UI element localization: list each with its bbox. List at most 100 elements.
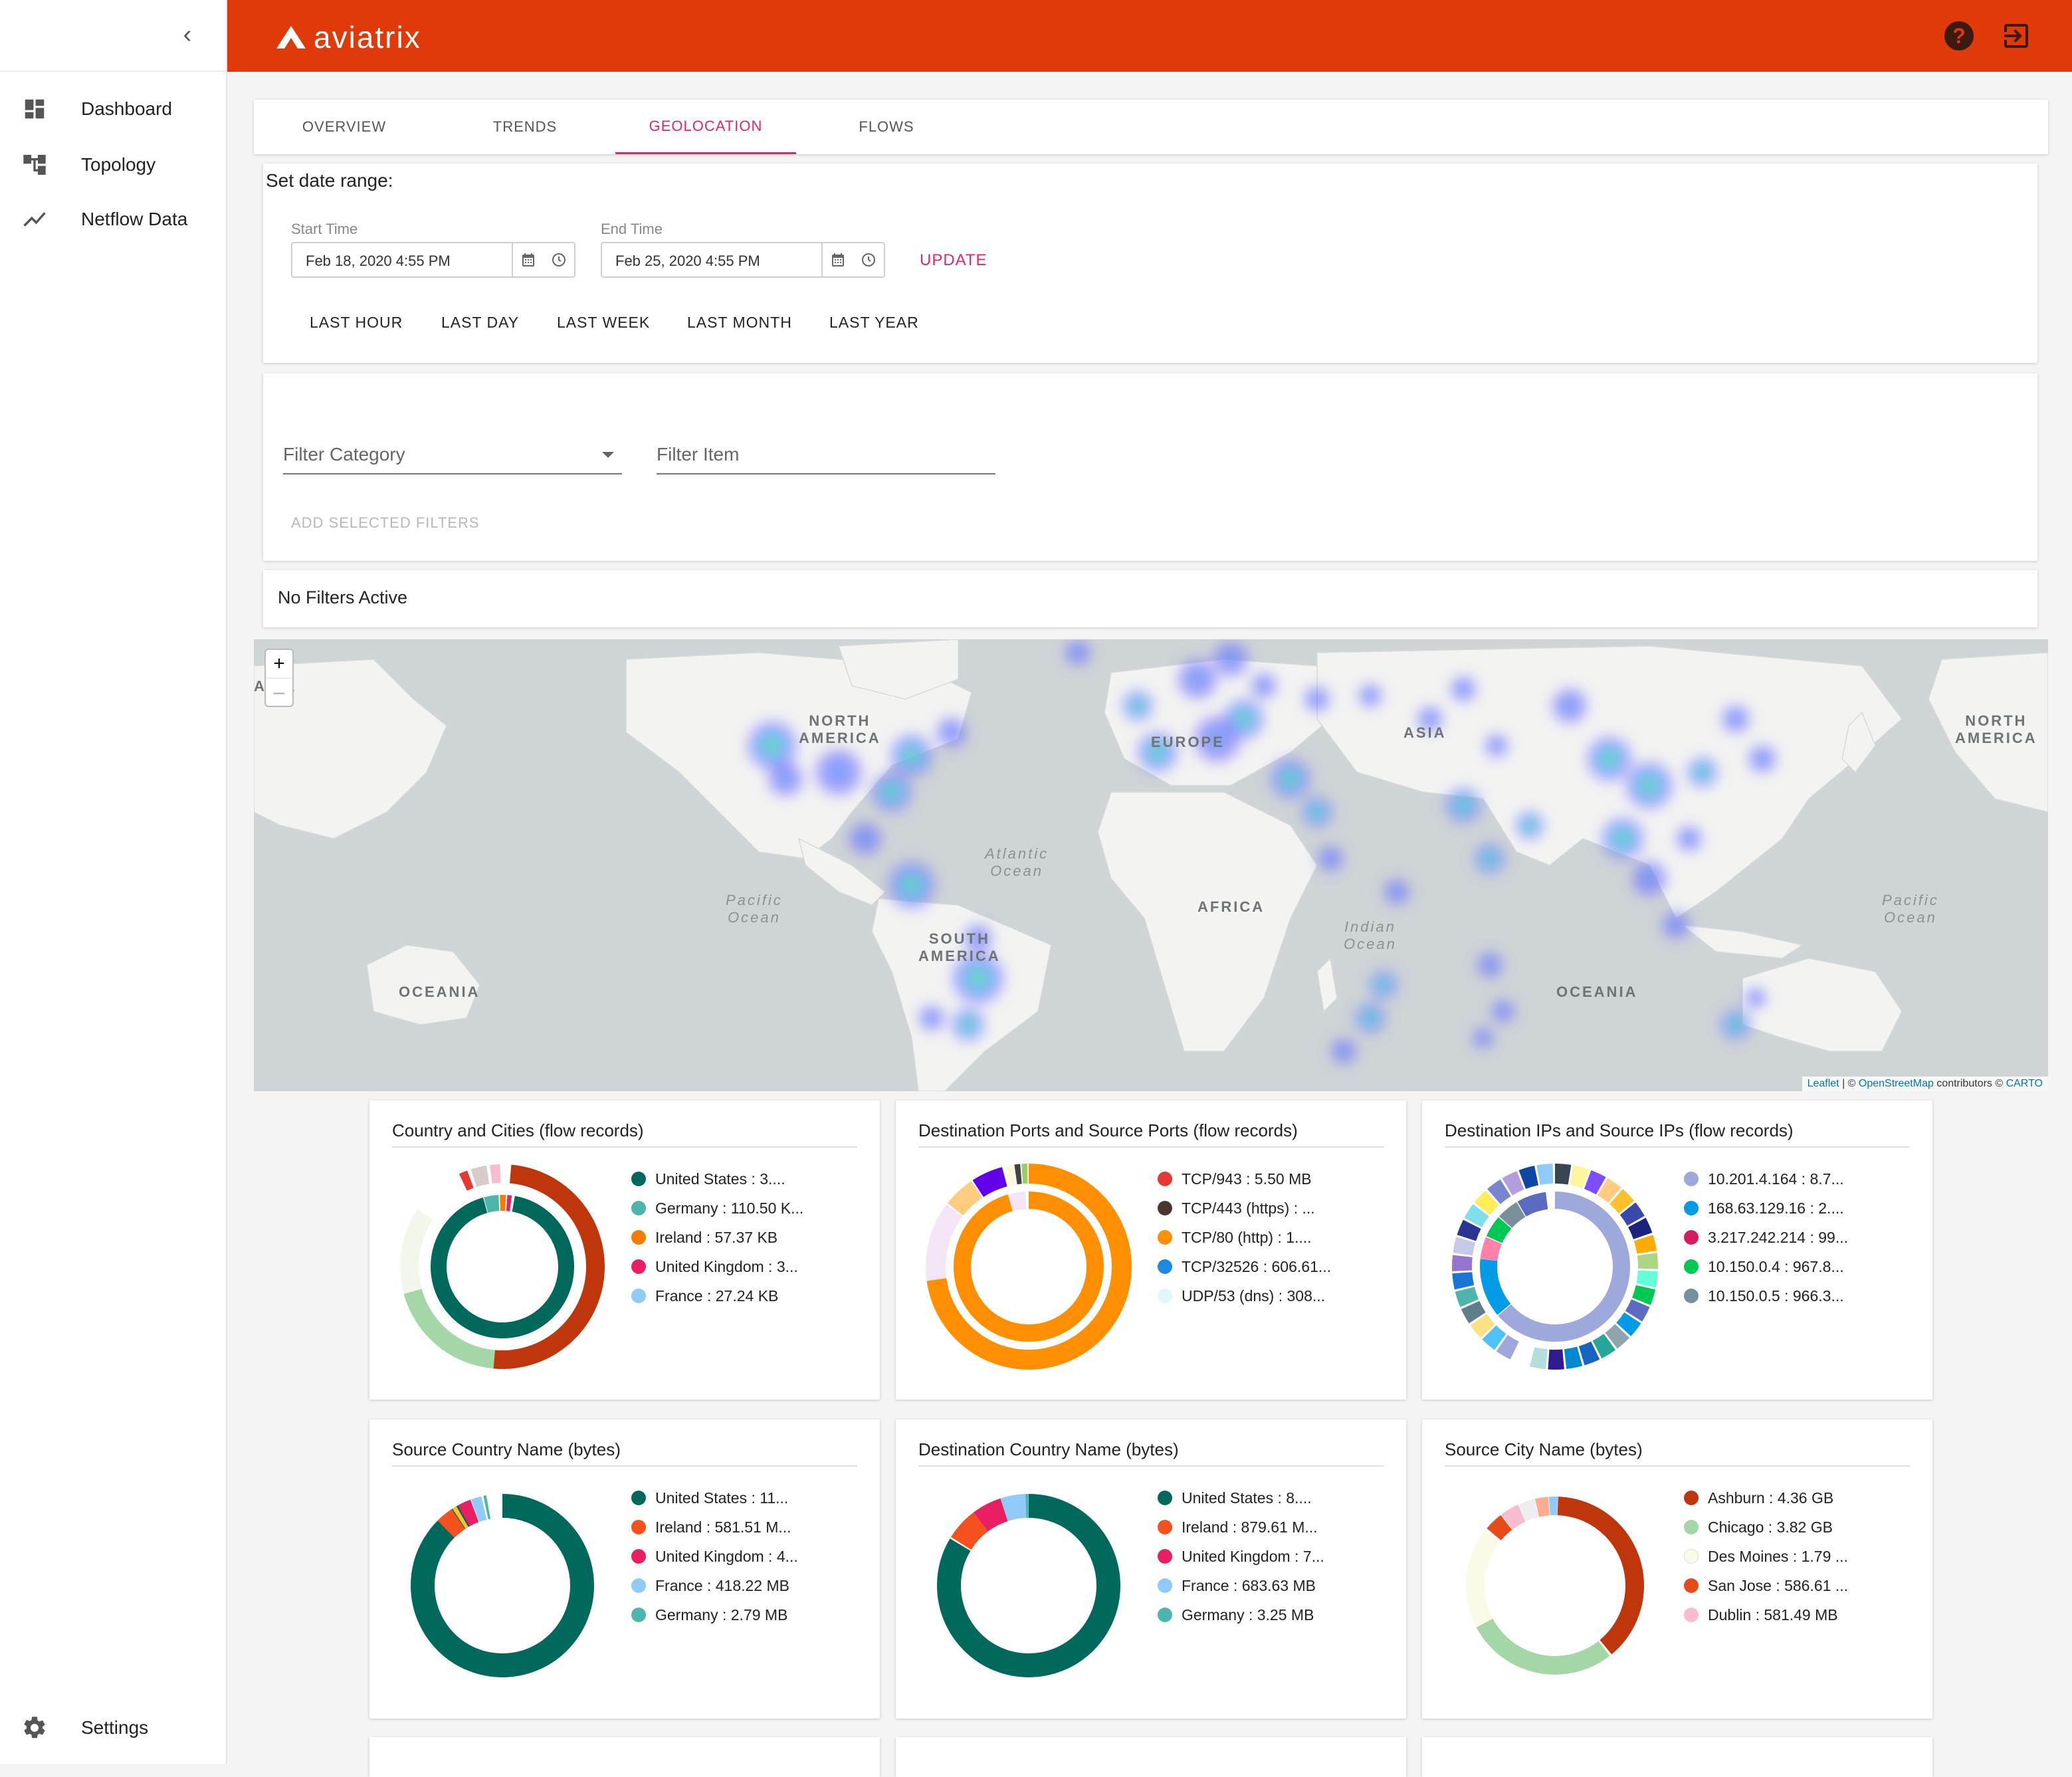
- last-hour-button[interactable]: LAST HOUR: [310, 314, 403, 332]
- dropdown-arrow-icon: [602, 452, 614, 458]
- sidebar: ‹ Dashboard Topology Netflow Data Settin…: [0, 0, 227, 1764]
- sidebar-item-dashboard[interactable]: Dashboard: [0, 82, 226, 136]
- sidebar-item-topology[interactable]: Topology: [0, 138, 226, 191]
- tab-overview[interactable]: OVERVIEW: [254, 100, 435, 154]
- brand-logo[interactable]: aviatrix: [275, 17, 421, 57]
- carto-link[interactable]: CARTO: [2006, 1078, 2043, 1089]
- legend-item[interactable]: United States : 11...: [631, 1483, 798, 1513]
- legend-item[interactable]: United Kingdom : 4...: [631, 1542, 798, 1571]
- legend-item[interactable]: 168.63.129.16 : 2....: [1684, 1194, 1848, 1223]
- donut-chart[interactable]: [1449, 1160, 1661, 1373]
- add-selected-filters-button[interactable]: ADD SELECTED FILTERS: [291, 514, 480, 532]
- last-week-button[interactable]: LAST WEEK: [557, 314, 650, 332]
- legend-item[interactable]: United States : 3....: [631, 1164, 803, 1194]
- logout-icon[interactable]: [2000, 20, 2032, 52]
- legend-label: TCP/80 (http) : 1....: [1182, 1228, 1312, 1246]
- start-time-field[interactable]: Feb 18, 2020 4:55 PM: [291, 242, 575, 278]
- legend-item[interactable]: 10.201.4.164 : 8.7...: [1684, 1164, 1848, 1194]
- last-month-button[interactable]: LAST MONTH: [687, 314, 792, 332]
- last-day-button[interactable]: LAST DAY: [441, 314, 519, 332]
- donut-chart[interactable]: [922, 1160, 1135, 1373]
- map-canvas[interactable]: [254, 639, 2048, 1091]
- legend-item[interactable]: 10.150.0.5 : 966.3...: [1684, 1281, 1848, 1310]
- legend-item[interactable]: United Kingdom : 7...: [1158, 1542, 1324, 1571]
- legend-dot: [1684, 1230, 1699, 1245]
- tab-geolocation[interactable]: GEOLOCATION: [615, 100, 796, 154]
- attribution-separator: | ©: [1839, 1078, 1859, 1089]
- chart-card-partial: [369, 1737, 880, 1777]
- tab-trends[interactable]: TRENDS: [435, 100, 615, 154]
- legend-item[interactable]: Germany : 2.79 MB: [631, 1600, 798, 1629]
- legend-item[interactable]: Ireland : 581.51 M...: [631, 1513, 798, 1542]
- clock-icon[interactable]: [551, 252, 567, 268]
- legend-dot: [1684, 1289, 1699, 1303]
- legend-item[interactable]: 10.150.0.4 : 967.8...: [1684, 1252, 1848, 1281]
- chevron-left-icon[interactable]: ‹: [174, 21, 201, 49]
- chart-legend: TCP/943 : 5.50 MB TCP/443 (https) : ... …: [1158, 1164, 1331, 1310]
- donut-chart[interactable]: [396, 1160, 609, 1373]
- legend-item[interactable]: Germany : 110.50 K...: [631, 1194, 803, 1223]
- legend-label: Ashburn : 4.36 GB: [1708, 1489, 1834, 1507]
- legend-item[interactable]: United States : 8....: [1158, 1483, 1324, 1513]
- help-icon[interactable]: ?: [1944, 21, 1974, 51]
- legend-label: TCP/32526 : 606.61...: [1182, 1257, 1332, 1275]
- sidebar-item-netflow-data[interactable]: Netflow Data: [0, 193, 226, 246]
- zoom-out-button[interactable]: –: [266, 678, 292, 706]
- legend-label: United States : 8....: [1182, 1489, 1312, 1507]
- calendar-icon[interactable]: [830, 252, 846, 268]
- zoom-in-button[interactable]: +: [266, 650, 292, 678]
- legend-item[interactable]: France : 418.22 MB: [631, 1571, 798, 1600]
- update-button[interactable]: UPDATE: [920, 251, 987, 270]
- sidebar-item-settings[interactable]: Settings: [0, 1701, 226, 1754]
- legend-label: Germany : 110.50 K...: [655, 1199, 804, 1217]
- leaflet-link[interactable]: Leaflet: [1808, 1078, 1839, 1089]
- dashboard-icon: [20, 94, 49, 124]
- legend-label: Dublin : 581.49 MB: [1708, 1606, 1838, 1623]
- legend-item[interactable]: 3.217.242.214 : 99...: [1684, 1223, 1848, 1252]
- filter-category-select[interactable]: Filter Category: [283, 435, 622, 474]
- legend-item[interactable]: France : 27.24 KB: [631, 1281, 803, 1310]
- geolocation-map[interactable]: ASIA NORTH AMERICA EUROPE ASIA NORTH AME…: [254, 639, 2048, 1091]
- end-time-label: End Time: [601, 221, 663, 237]
- legend-item[interactable]: UDP/53 (dns) : 308...: [1158, 1281, 1331, 1310]
- date-range-panel: Set date range: Start Time Feb 18, 2020 …: [263, 163, 2037, 363]
- map-attribution: Leaflet | © OpenStreetMap contributors ©…: [1802, 1077, 2048, 1091]
- chart-card-source-country: Source Country Name (bytes) United State…: [369, 1419, 880, 1719]
- map-label-europe: EUROPE: [1151, 734, 1225, 750]
- chart-legend: United States : 3.... Germany : 110.50 K…: [631, 1164, 803, 1310]
- donut-chart[interactable]: [1449, 1479, 1661, 1692]
- legend-dot: [1158, 1608, 1172, 1622]
- legend-item[interactable]: Des Moines : 1.79 ...: [1684, 1542, 1848, 1571]
- legend-item[interactable]: TCP/32526 : 606.61...: [1158, 1252, 1331, 1281]
- filter-item-placeholder: Filter Item: [657, 444, 740, 465]
- map-label-oceania-right: OCEANIA: [1556, 984, 1638, 1000]
- legend-item[interactable]: Ireland : 879.61 M...: [1158, 1513, 1324, 1542]
- legend-item[interactable]: United Kingdom : 3...: [631, 1252, 803, 1281]
- legend-item[interactable]: TCP/943 : 5.50 MB: [1158, 1164, 1331, 1194]
- tab-flows[interactable]: FLOWS: [796, 100, 977, 154]
- last-year-button[interactable]: LAST YEAR: [829, 314, 919, 332]
- legend-item[interactable]: France : 683.63 MB: [1158, 1571, 1324, 1600]
- legend-item[interactable]: Dublin : 581.49 MB: [1684, 1600, 1848, 1629]
- legend-item[interactable]: Chicago : 3.82 GB: [1684, 1513, 1848, 1542]
- openstreetmap-link[interactable]: OpenStreetMap: [1859, 1078, 1934, 1089]
- filter-item-input[interactable]: Filter Item: [657, 435, 995, 474]
- legend-dot: [1684, 1491, 1699, 1505]
- legend-item[interactable]: San Jose : 586.61 ...: [1684, 1571, 1848, 1600]
- chart-title: Destination IPs and Source IPs (flow rec…: [1445, 1120, 1910, 1148]
- legend-item[interactable]: TCP/443 (https) : ...: [1158, 1194, 1331, 1223]
- legend-item[interactable]: Ireland : 57.37 KB: [631, 1223, 803, 1252]
- legend-item[interactable]: Germany : 3.25 MB: [1158, 1600, 1324, 1629]
- legend-item[interactable]: TCP/80 (http) : 1....: [1158, 1223, 1331, 1252]
- chart-title: Source City Name (bytes): [1445, 1439, 1910, 1467]
- donut-chart[interactable]: [922, 1479, 1135, 1692]
- legend-label: France : 683.63 MB: [1182, 1576, 1316, 1594]
- legend-label: United Kingdom : 4...: [655, 1547, 798, 1565]
- end-time-field[interactable]: Feb 25, 2020 4:55 PM: [601, 242, 885, 278]
- tab-bar: OVERVIEW TRENDS GEOLOCATION FLOWS: [254, 100, 2048, 154]
- donut-chart[interactable]: [396, 1479, 609, 1692]
- clock-icon[interactable]: [861, 252, 877, 268]
- legend-label: TCP/443 (https) : ...: [1182, 1199, 1315, 1217]
- legend-item[interactable]: Ashburn : 4.36 GB: [1684, 1483, 1848, 1513]
- calendar-icon[interactable]: [520, 252, 536, 268]
